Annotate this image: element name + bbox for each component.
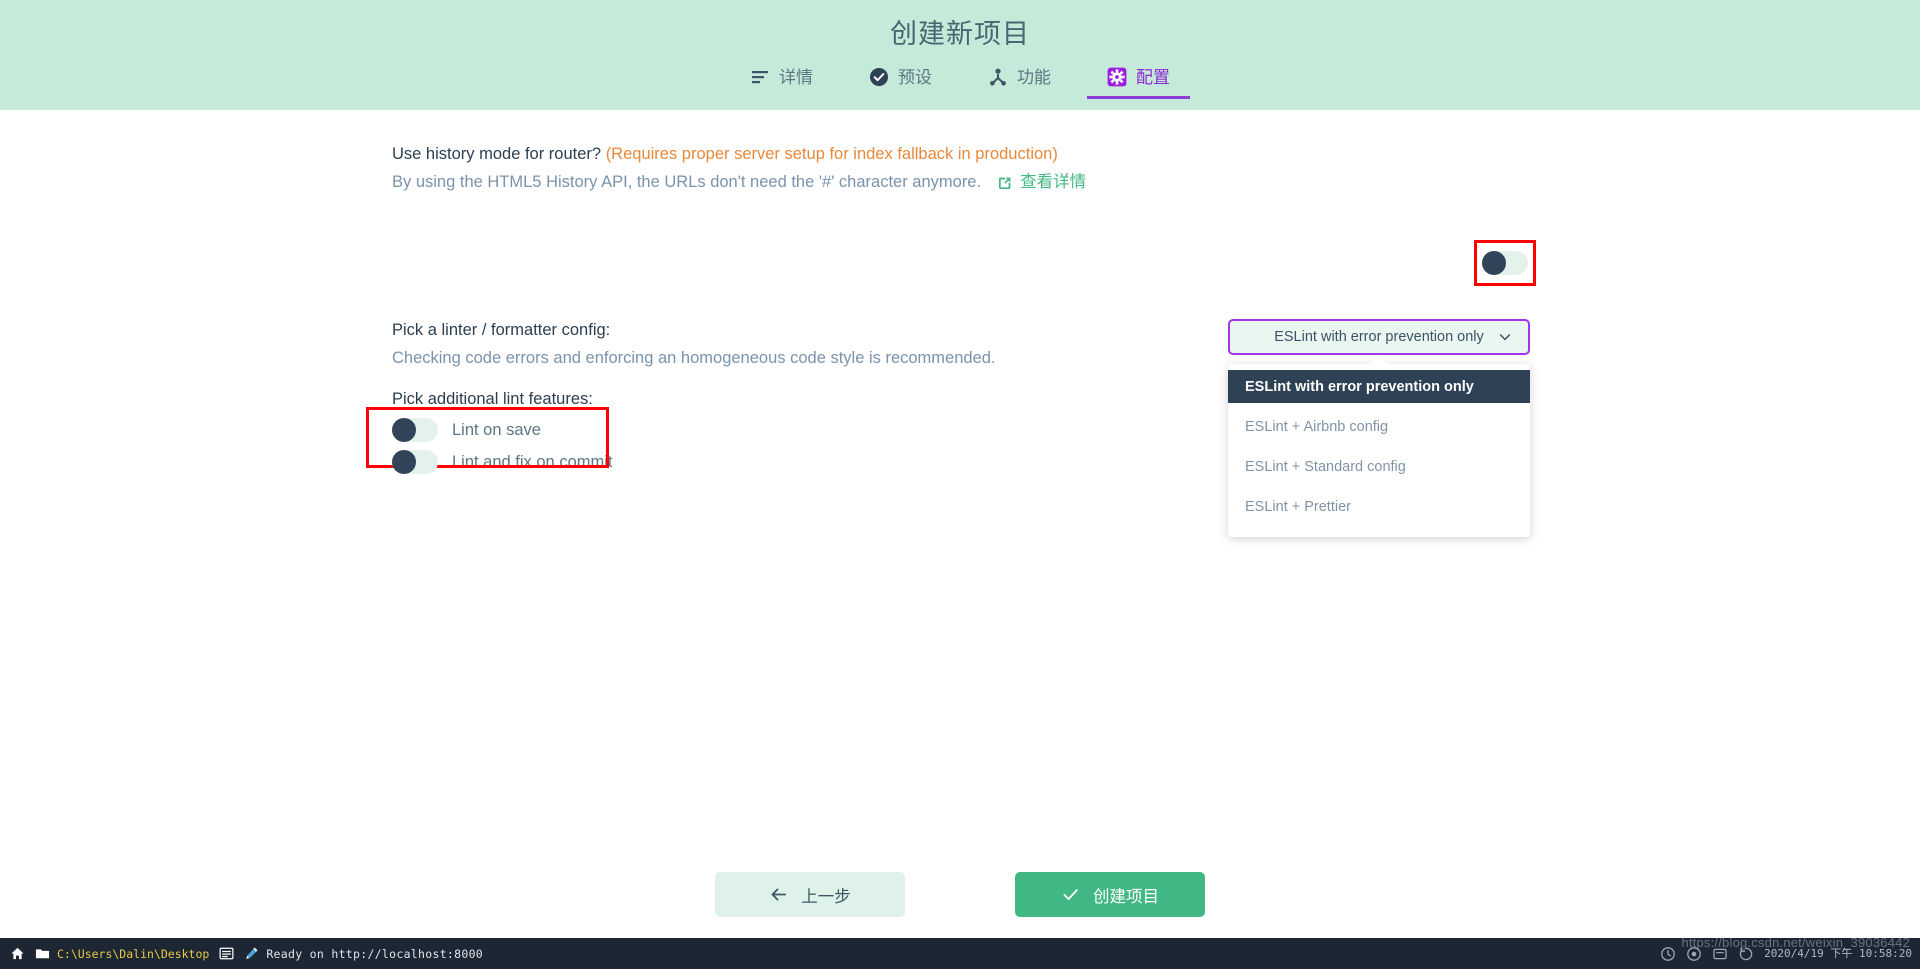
tab-features[interactable]: 功能 xyxy=(960,62,1079,99)
linter-option-3[interactable]: ESLint + Prettier xyxy=(1228,490,1530,523)
history-mode-row: Use history mode for router? (Requires p… xyxy=(392,142,1372,195)
taskbar-clock-date: 2020/4/19 xyxy=(1764,946,1824,960)
taskbar-clock-time: 下午 10:58:20 xyxy=(1830,946,1912,960)
vue-ui-create-project-page: 创建新项目 详情 预设 功能 配置 Use history mode for r… xyxy=(0,0,1920,969)
toggle-knob xyxy=(392,418,416,442)
tab-configuration[interactable]: 配置 xyxy=(1079,62,1198,99)
tab-presets[interactable]: 预设 xyxy=(841,62,960,99)
taskbar-folder-item[interactable]: C:\Users\Dalin\Desktop xyxy=(35,946,209,961)
history-mode-more-link[interactable]: 查看详情 xyxy=(997,170,1086,195)
history-mode-warning: (Requires proper server setup for index … xyxy=(605,145,1058,163)
tab-bar: 详情 预设 功能 配置 xyxy=(0,62,1920,99)
external-link-icon xyxy=(997,175,1013,191)
tray-icon-2[interactable] xyxy=(1686,946,1702,962)
linter-option-2[interactable]: ESLint + Standard config xyxy=(1228,450,1530,483)
linter-select-menu: ESLint with error prevention only ESLint… xyxy=(1228,364,1530,537)
check-circle-icon xyxy=(869,67,889,87)
tab-configuration-label: 配置 xyxy=(1136,67,1170,87)
gear-icon xyxy=(1107,67,1127,87)
tab-features-label: 功能 xyxy=(1017,67,1051,87)
history-mode-description: By using the HTML5 History API, the URLs… xyxy=(392,173,982,191)
pencil-icon xyxy=(244,946,259,961)
lint-on-save-toggle[interactable] xyxy=(392,418,438,442)
linter-select-wrapper: ESLint with error prevention only ESLint… xyxy=(1228,319,1530,537)
page-header: 创建新项目 详情 预设 功能 配置 xyxy=(0,0,1920,110)
linter-config-row: Pick a linter / formatter config: Checki… xyxy=(392,318,1152,371)
window-icon xyxy=(219,946,234,961)
list-icon xyxy=(750,67,770,87)
linter-option-0[interactable]: ESLint with error prevention only xyxy=(1228,370,1530,403)
taskbar-tray: 2020/4/19 下午 10:58:20 xyxy=(1660,938,1920,969)
history-mode-question: Use history mode for router? xyxy=(392,145,602,163)
check-icon xyxy=(1061,885,1080,904)
history-mode-description-line: By using the HTML5 History API, the URLs… xyxy=(392,170,1372,195)
taskbar-terminal-item[interactable] xyxy=(219,946,234,961)
tray-icon-3[interactable] xyxy=(1712,946,1728,962)
toggle-knob xyxy=(392,450,416,474)
taskbar-home-item[interactable] xyxy=(10,946,25,961)
lint-features-row: Pick additional lint features: Lint on s… xyxy=(366,388,613,474)
tray-icon-4[interactable] xyxy=(1738,946,1754,962)
lint-and-fix-on-commit-toggle[interactable] xyxy=(392,450,438,474)
history-mode-toggle[interactable] xyxy=(1482,251,1528,275)
tab-presets-label: 预设 xyxy=(898,67,932,87)
taskbar-folder-path: C:\Users\Dalin\Desktop xyxy=(57,946,210,961)
people-icon xyxy=(988,67,1008,87)
history-mode-more-link-label: 查看详情 xyxy=(1020,173,1087,191)
create-project-label: 创建项目 xyxy=(1093,887,1159,906)
arrow-left-icon xyxy=(769,885,788,904)
taskbar-server-status: Ready on http://localhost:8000 xyxy=(266,946,484,961)
linter-select[interactable]: ESLint with error prevention only xyxy=(1228,319,1530,355)
page-title: 创建新项目 xyxy=(890,19,1030,49)
tab-details[interactable]: 详情 xyxy=(722,62,841,99)
taskbar-clock[interactable]: 2020/4/19 下午 10:58:20 xyxy=(1764,946,1912,960)
configuration-panel: Use history mode for router? (Requires p… xyxy=(0,110,1920,969)
home-icon xyxy=(10,946,25,961)
previous-step-label: 上一步 xyxy=(801,887,851,906)
chevron-down-icon xyxy=(1499,331,1511,343)
linter-select-value: ESLint with error prevention only xyxy=(1274,329,1484,345)
footer-button-bar: 上一步 创建项目 xyxy=(0,872,1920,917)
history-mode-toggle-annotation xyxy=(1474,240,1536,286)
linter-config-description: Checking code errors and enforcing an ho… xyxy=(392,349,996,367)
folder-icon xyxy=(35,946,50,961)
taskbar: C:\Users\Dalin\Desktop Ready on http://l… xyxy=(0,935,1920,969)
create-project-button[interactable]: 创建项目 xyxy=(1015,872,1205,917)
linter-option-1[interactable]: ESLint + Airbnb config xyxy=(1228,410,1530,443)
history-mode-question-line: Use history mode for router? (Requires p… xyxy=(392,142,1372,167)
taskbar-server-status-item[interactable]: Ready on http://localhost:8000 xyxy=(244,946,483,961)
tray-icon-1[interactable] xyxy=(1660,946,1676,962)
previous-step-button[interactable]: 上一步 xyxy=(715,872,905,917)
linter-config-title: Pick a linter / formatter config: xyxy=(392,321,611,339)
toggle-knob xyxy=(1482,251,1506,275)
tab-details-label: 详情 xyxy=(779,67,813,87)
